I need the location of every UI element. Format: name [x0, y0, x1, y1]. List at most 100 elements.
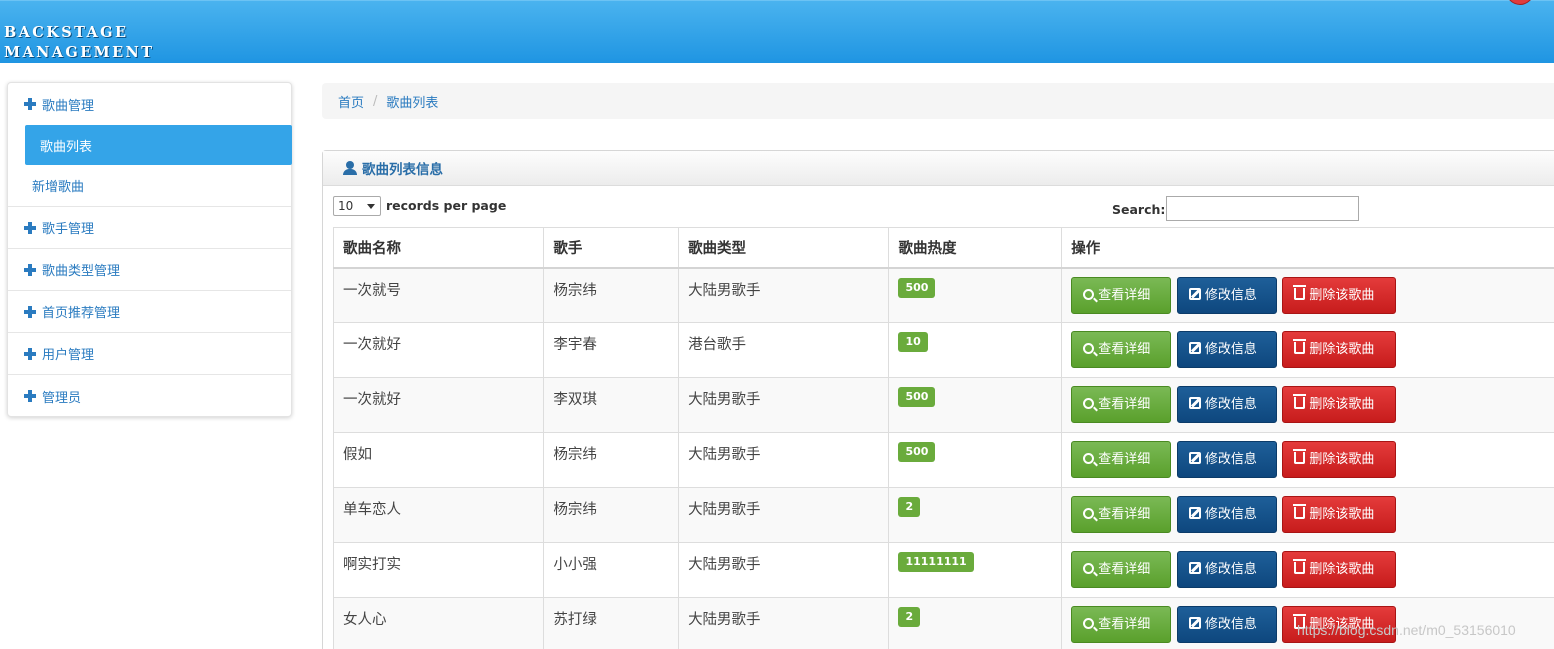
delete-song-label: 删除该歌曲: [1309, 452, 1375, 467]
delete-song-button[interactable]: 删除该歌曲: [1282, 331, 1397, 368]
view-details-button[interactable]: 查看详细: [1071, 441, 1172, 478]
view-details-label: 查看详细: [1098, 562, 1151, 577]
view-details-button[interactable]: 查看详细: [1071, 551, 1172, 588]
actions-cell: 查看详细 修改信息 删除该歌曲: [1061, 542, 1554, 598]
view-details-button[interactable]: 查看详细: [1071, 331, 1172, 368]
brand-logo: BACKSTAGE MANAGEMENT: [4, 23, 154, 63]
column-header-song-type[interactable]: 歌曲类型: [678, 227, 890, 269]
view-details-button[interactable]: 查看详细: [1071, 386, 1172, 423]
actions-cell: 查看详细 修改信息 删除该歌曲: [1061, 322, 1554, 378]
edit-info-label: 修改信息: [1204, 287, 1257, 303]
edit-icon: [1188, 562, 1201, 574]
sidebar-group-admin[interactable]: 管理员: [8, 375, 291, 417]
trash-icon: [1293, 339, 1307, 354]
sidebar-group-song-management[interactable]: 歌曲管理: [8, 83, 291, 125]
heat-badge: 500: [898, 442, 936, 462]
heat-badge: 500: [898, 387, 936, 407]
edit-info-label: 修改信息: [1204, 507, 1257, 522]
edit-icon: [1188, 397, 1201, 409]
sidebar-group-singer-management[interactable]: 歌手管理: [8, 207, 291, 249]
view-details-button[interactable]: 查看详细: [1071, 496, 1172, 533]
edit-icon: [1188, 507, 1201, 519]
edit-info-button[interactable]: 修改信息: [1176, 606, 1277, 643]
page-length-label: records per page: [386, 198, 507, 213]
view-details-button[interactable]: 查看详细: [1071, 276, 1172, 314]
delete-song-button[interactable]: 删除该歌曲: [1282, 441, 1397, 478]
edit-info-label: 修改信息: [1204, 452, 1257, 467]
table-row: 单车恋人 杨宗纬 大陆男歌手 2 查看详细 修改信息 删除该歌曲: [332, 487, 1554, 543]
edit-info-button[interactable]: 修改信息: [1176, 441, 1277, 478]
song-name-cell: 一次就好: [332, 322, 545, 378]
edit-icon: [1188, 617, 1201, 629]
edit-icon: [1188, 452, 1201, 464]
song-name-cell: 啊实打实: [332, 542, 545, 598]
sidebar-group-user-management[interactable]: 用户管理: [8, 333, 291, 375]
trash-icon: [1293, 284, 1307, 300]
heat-cell: 500: [888, 377, 1063, 433]
actions-cell: 查看详细 修改信息 删除该歌曲: [1061, 267, 1554, 323]
delete-song-button[interactable]: 删除该歌曲: [1282, 276, 1397, 314]
sidebar-group-home-recommend-management[interactable]: 首页推荐管理: [8, 291, 291, 333]
sidebar-item-add-song[interactable]: 新增歌曲: [8, 165, 291, 207]
sidebar-group-label: 歌曲类型管理: [42, 264, 121, 279]
trash-icon: [1293, 449, 1307, 464]
panel-header: 歌曲列表信息: [323, 151, 1554, 186]
delete-song-button[interactable]: 删除该歌曲: [1282, 496, 1397, 533]
zoom-in-icon: [1083, 398, 1095, 409]
avatar[interactable]: [1506, 0, 1534, 5]
delete-song-button[interactable]: 删除该歌曲: [1282, 386, 1397, 423]
breadcrumb-home-link[interactable]: 首页: [338, 92, 364, 111]
singer-cell: 杨宗纬: [543, 487, 680, 543]
heat-cell: 2: [888, 597, 1063, 649]
sidebar-item-song-list[interactable]: 歌曲列表: [25, 125, 292, 165]
watermark: https://blog.csdn.net/m0_53156010: [1297, 622, 1516, 638]
breadcrumb-current[interactable]: 歌曲列表: [386, 92, 438, 111]
edit-info-button[interactable]: 修改信息: [1176, 276, 1277, 314]
singer-cell: 苏打绿: [543, 597, 680, 649]
search-input[interactable]: [1166, 196, 1359, 221]
song-type-cell: 大陆男歌手: [678, 542, 890, 598]
delete-song-label: 删除该歌曲: [1309, 562, 1375, 577]
edit-info-label: 修改信息: [1204, 397, 1257, 412]
actions-cell: 查看详细 修改信息 删除该歌曲: [1061, 377, 1554, 433]
edit-icon: [1188, 287, 1201, 300]
view-details-label: 查看详细: [1098, 507, 1151, 522]
delete-song-label: 删除该歌曲: [1309, 287, 1375, 303]
actions-cell: 查看详细 修改信息 删除该歌曲: [1061, 487, 1554, 543]
page-length-select[interactable]: 10: [333, 196, 381, 216]
heat-cell: 500: [888, 267, 1063, 323]
page-length-value: 10: [338, 199, 354, 213]
actions-cell: 查看详细 修改信息 删除该歌曲: [1061, 432, 1554, 488]
edit-info-button[interactable]: 修改信息: [1176, 496, 1277, 533]
song-name-cell: 假如: [332, 432, 545, 488]
column-header-actions: 操作: [1061, 227, 1554, 269]
delete-song-button[interactable]: 删除该歌曲: [1282, 551, 1397, 588]
singer-cell: 杨宗纬: [543, 267, 680, 323]
user-icon: [343, 161, 357, 175]
sidebar-group-label: 歌手管理: [42, 222, 95, 237]
zoom-in-icon: [1083, 453, 1095, 464]
edit-info-label: 修改信息: [1204, 617, 1257, 632]
sidebar-group-label: 管理员: [42, 390, 82, 406]
sidebar-group-song-type-management[interactable]: 歌曲类型管理: [8, 249, 291, 291]
table-row: 一次就号 杨宗纬 大陆男歌手 500 查看详细 修改信息 删除该歌曲: [332, 267, 1554, 323]
top-header: BACKSTAGE MANAGEMENT: [0, 0, 1554, 63]
plus-icon: [24, 263, 36, 276]
view-details-label: 查看详细: [1098, 397, 1151, 412]
edit-icon: [1188, 342, 1201, 354]
plus-icon: [24, 305, 36, 318]
song-list-panel: 歌曲列表信息 10 records per page Search: 歌曲名称 …: [322, 150, 1554, 649]
song-type-cell: 大陆男歌手: [678, 597, 890, 649]
column-header-heat[interactable]: 歌曲热度: [888, 227, 1063, 269]
chevron-down-icon: [367, 204, 375, 209]
column-header-singer[interactable]: 歌手: [543, 227, 680, 269]
singer-cell: 杨宗纬: [543, 432, 680, 488]
view-details-button[interactable]: 查看详细: [1071, 606, 1172, 643]
zoom-in-icon: [1083, 343, 1095, 354]
heat-badge: 11111111: [898, 552, 974, 572]
edit-info-button[interactable]: 修改信息: [1176, 386, 1277, 423]
edit-info-button[interactable]: 修改信息: [1176, 551, 1277, 588]
search-label: Search:: [1112, 202, 1166, 217]
column-header-song-name[interactable]: 歌曲名称: [332, 227, 545, 269]
edit-info-button[interactable]: 修改信息: [1176, 331, 1277, 368]
